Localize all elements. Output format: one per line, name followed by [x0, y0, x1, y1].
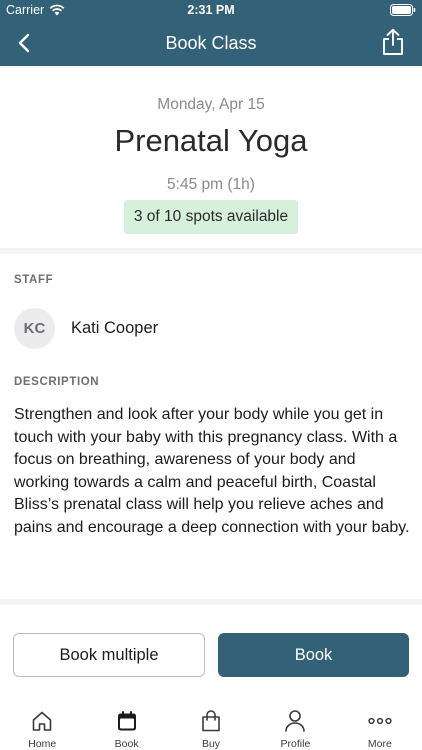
staff-section-label: STAFF [14, 274, 54, 286]
more-dots-icon [368, 717, 392, 725]
section-divider [0, 248, 422, 254]
class-date: Monday, Apr 15 [157, 96, 265, 113]
tab-book-label: Book [114, 738, 139, 750]
class-header: Monday, Apr 15 Prenatal Yoga 5:45 pm (1h… [0, 66, 422, 248]
staff-name: Kati Cooper [71, 318, 159, 337]
tab-profile-label: Profile [280, 738, 311, 750]
home-icon [32, 711, 52, 731]
book-multiple-button[interactable]: Book multiple [13, 633, 205, 677]
spots-available-badge: 3 of 10 spots available [124, 200, 298, 234]
person-icon [285, 710, 306, 732]
tab-home-label: Home [28, 738, 57, 750]
tab-book[interactable]: Book [84, 700, 168, 750]
tab-profile[interactable]: Profile [253, 700, 337, 750]
class-name: Prenatal Yoga [114, 123, 308, 158]
status-time: 2:31 PM [187, 3, 235, 17]
navigation-bar: Book Class [0, 20, 422, 66]
description-section-label: DESCRIPTION [14, 376, 100, 388]
book-button[interactable]: Book [218, 633, 409, 677]
class-description: Strengthen and look after your body whil… [14, 406, 410, 536]
tab-more-label: More [367, 738, 392, 750]
tab-buy[interactable]: Buy [169, 700, 253, 750]
tab-bar: Home Book Buy Profile More [0, 700, 422, 750]
action-area: Book multiple Book [0, 605, 422, 700]
tab-buy-label: Buy [201, 738, 221, 750]
share-icon [383, 28, 403, 55]
calendar-icon [117, 711, 136, 731]
status-bar: Carrier 2:31 PM [0, 0, 422, 20]
share-button[interactable] [378, 26, 408, 58]
class-time: 5:45 pm (1h) [167, 176, 255, 193]
shopping-bag-icon [202, 710, 220, 732]
staff-row[interactable]: KC Kati Cooper [14, 307, 158, 349]
page-title: Book Class [165, 33, 257, 53]
tab-more[interactable]: More [338, 700, 422, 750]
battery-icon [390, 4, 416, 16]
staff-avatar: KC [14, 307, 55, 349]
tab-home[interactable]: Home [0, 700, 84, 750]
